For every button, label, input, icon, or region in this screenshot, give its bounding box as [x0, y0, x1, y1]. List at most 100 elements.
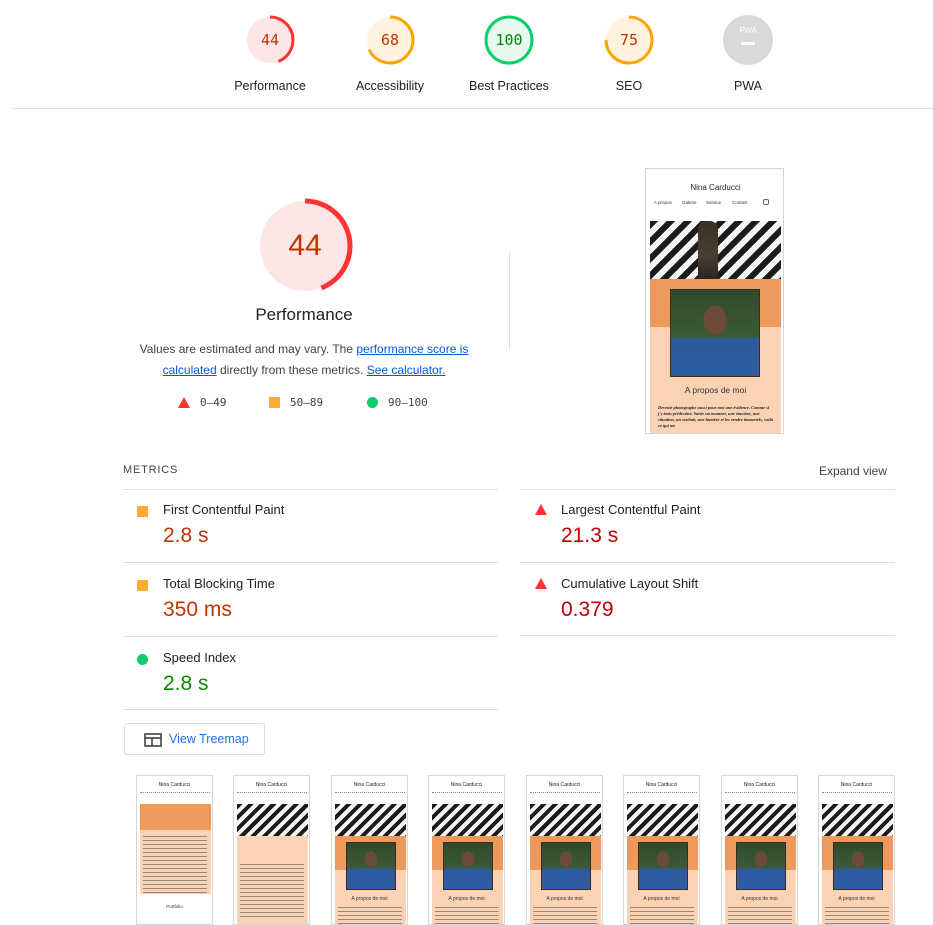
frame-hero — [432, 804, 503, 836]
frame-text-lines — [240, 864, 304, 920]
about-text: Devenir photographe aussi pour moi une é… — [658, 405, 773, 428]
gauge-score: 44 — [260, 31, 280, 49]
legend-range: 90–100 — [388, 396, 428, 409]
square-orange-icon — [137, 506, 148, 517]
pwa-badge-icon: PWA — [723, 15, 773, 65]
frame-text-lines — [143, 836, 207, 896]
metric-divider — [520, 562, 895, 563]
frame-site-name: Nina Carducci — [158, 782, 191, 788]
metric-divider — [123, 709, 498, 710]
portrait-image — [670, 289, 760, 377]
legend-average: 50–89 — [269, 396, 323, 409]
pwa-badge-text: PWA — [739, 26, 757, 35]
square-orange-icon — [137, 580, 148, 591]
about-heading: A propos de moi — [684, 385, 747, 395]
frame-hero — [725, 804, 796, 836]
frame-text-lines — [825, 907, 889, 924]
frame-hero — [335, 804, 406, 836]
filmstrip-frame: Nina Carducci — [233, 775, 310, 925]
frame-hero — [822, 804, 893, 836]
expand-view-toggle[interactable]: Expand view — [819, 464, 887, 478]
metric-total-blocking-time: Total Blocking Time 350 ms — [123, 572, 483, 645]
frame-nav — [725, 792, 795, 795]
frame-heading: A propos de moi — [741, 896, 778, 902]
see-calculator-link[interactable]: See calculator. — [367, 363, 446, 377]
frame-footer: Portfolio — [166, 904, 183, 909]
metrics-title: METRICS — [123, 464, 179, 476]
hero-figure — [698, 221, 718, 279]
frame-heading: A propos de moi — [643, 896, 680, 902]
frame-nav — [237, 792, 307, 795]
gauge-label: SEO — [615, 79, 643, 93]
frame-text-lines — [435, 907, 499, 924]
circle-green-icon — [367, 397, 378, 408]
frame-nav — [140, 792, 210, 795]
frame-nav — [335, 792, 405, 795]
gauge-pwa[interactable]: PWA PWA — [688, 14, 808, 93]
metric-label: Total Blocking Time — [163, 576, 275, 591]
frame-hero — [530, 804, 601, 836]
view-treemap-button[interactable]: View Treemap — [124, 723, 265, 755]
frame-portrait — [638, 842, 688, 890]
filmstrip-frame: Nina Carducci A propos de moi — [331, 775, 408, 925]
score-legend: 0–49 50–89 90–100 — [176, 396, 456, 412]
frame-hero — [237, 804, 308, 836]
desc-text: Values are estimated and may vary. The — [139, 342, 357, 356]
gauge-label: Best Practices — [469, 79, 549, 93]
frame-site-name: Nina Carducci — [450, 782, 483, 788]
metric-divider — [123, 636, 498, 637]
performance-title: Performance — [255, 305, 353, 324]
metric-label: Cumulative Layout Shift — [561, 576, 699, 591]
gauge-ring: 100 — [483, 14, 535, 66]
metric-value: 2.8 s — [163, 672, 209, 695]
filmstrip-frame: Nina Carducci A propos de moi — [818, 775, 895, 925]
gauge-score: 100 — [495, 31, 523, 49]
legend-range: 50–89 — [290, 396, 324, 409]
frame-nav — [822, 792, 892, 795]
desc-text: directly from these metrics. — [216, 363, 367, 377]
metric-label: Speed Index — [163, 650, 237, 665]
gauge-best-practices[interactable]: 100 Best Practices — [449, 14, 569, 93]
frame-site-name: Nina Carducci — [645, 782, 678, 788]
frame-heading: A propos de moi — [448, 896, 485, 902]
metric-divider — [123, 489, 498, 490]
gauge-label: PWA — [733, 79, 762, 93]
metric-value: 21.3 s — [561, 524, 619, 547]
gauge-seo[interactable]: 75 SEO — [569, 14, 689, 93]
performance-description: Values are estimated and may vary. The p… — [134, 339, 474, 381]
frame-site-name: Nina Carducci — [255, 782, 288, 788]
metric-value: 2.8 s — [163, 524, 209, 547]
frame-text-lines — [728, 907, 792, 924]
gauge-performance[interactable]: 44 Performance — [210, 14, 330, 93]
metrics-header: METRICS Expand view — [123, 464, 895, 480]
metric-value: 350 ms — [163, 598, 232, 621]
legend-fail: 0–49 — [178, 396, 227, 409]
metric-first-contentful-paint: First Contentful Paint 2.8 s — [123, 498, 483, 571]
instagram-icon — [763, 199, 769, 205]
site-name: Nina Carducci — [690, 183, 741, 192]
frame-site-name: Nina Carducci — [743, 782, 776, 788]
frame-text-lines — [630, 907, 694, 924]
gauge-accessibility[interactable]: 68 Accessibility — [330, 14, 450, 93]
nav-item: Contact — [732, 200, 748, 205]
frame-heading: A propos de moi — [838, 896, 875, 902]
frame-text-lines — [533, 907, 597, 924]
vertical-separator — [509, 252, 510, 350]
frame-portrait — [833, 842, 883, 890]
view-treemap-label: View Treemap — [169, 732, 249, 746]
legend-range: 0–49 — [200, 396, 227, 409]
frame-portrait — [443, 842, 493, 890]
metric-divider — [123, 562, 498, 563]
metric-label: First Contentful Paint — [163, 502, 285, 517]
filmstrip-frame: Nina Carducci A propos de moi — [721, 775, 798, 925]
frame-nav — [432, 792, 502, 795]
gauge-ring: 44 — [244, 14, 296, 66]
square-orange-icon — [269, 397, 280, 408]
gauge-label: Performance — [234, 79, 306, 93]
frame-heading: A propos de moi — [546, 896, 583, 902]
filmstrip-frame: Nina Carducci A propos de moi — [526, 775, 603, 925]
treemap-icon — [144, 733, 162, 752]
triangle-red-icon — [178, 397, 190, 408]
metric-divider — [520, 635, 895, 636]
triangle-red-icon — [535, 578, 547, 589]
